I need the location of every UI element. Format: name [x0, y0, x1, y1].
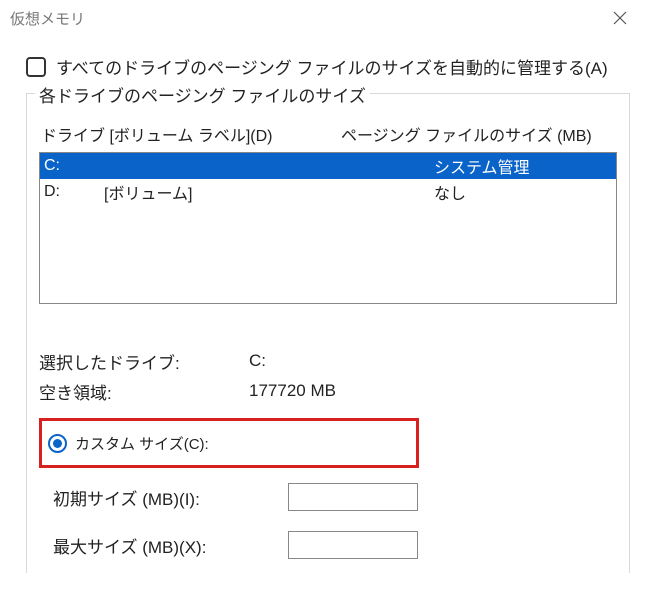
auto-manage-label: すべてのドライブのページング ファイルのサイズを自動的に管理する(A)	[56, 54, 608, 79]
custom-size-radio[interactable]: カスタム サイズ(C):	[39, 418, 419, 468]
auto-manage-checkbox[interactable]: すべてのドライブのページング ファイルのサイズを自動的に管理する(A)	[26, 54, 630, 79]
paging-file-groupbox: 各ドライブのページング ファイルのサイズ ドライブ [ボリューム ラベル](D)…	[26, 93, 630, 573]
initial-size-row: 初期サイズ (MB)(I):	[39, 478, 617, 516]
max-size-label: 最大サイズ (MB)(X):	[39, 533, 288, 558]
drive-list-header: ドライブ [ボリューム ラベル](D) ページング ファイルのサイズ (MB)	[39, 118, 617, 152]
drive-row[interactable]: D: [ボリューム] なし	[40, 179, 616, 205]
drive-info: 選択したドライブ: C: 空き領域: 177720 MB	[39, 346, 617, 406]
dialog-content: すべてのドライブのページング ファイルのサイズを自動的に管理する(A) 各ドライ…	[0, 36, 650, 573]
drive-letter: C:	[40, 157, 104, 175]
initial-size-input[interactable]	[288, 483, 418, 511]
radio-icon	[48, 434, 67, 453]
free-space-label: 空き領域:	[39, 379, 249, 404]
window-title: 仮想メモリ	[10, 8, 600, 29]
max-size-input[interactable]	[288, 531, 418, 559]
initial-size-label: 初期サイズ (MB)(I):	[39, 485, 288, 510]
drive-letter: D:	[40, 183, 104, 201]
drive-paging-size: システム管理	[344, 154, 616, 178]
checkbox-icon	[26, 57, 46, 77]
header-size-label: ページング ファイルのサイズ (MB)	[341, 122, 615, 146]
close-icon	[613, 11, 627, 25]
close-button[interactable]	[600, 0, 640, 36]
titlebar: 仮想メモリ	[0, 0, 650, 36]
drive-paging-size: なし	[344, 180, 616, 204]
groupbox-legend: 各ドライブのページング ファイルのサイズ	[35, 82, 370, 107]
drive-row[interactable]: C: システム管理	[40, 153, 616, 179]
custom-size-radio-label: カスタム サイズ(C):	[75, 433, 209, 454]
selected-drive-label: 選択したドライブ:	[39, 349, 249, 374]
selected-drive-value: C:	[249, 351, 617, 371]
drive-volume-label: [ボリューム]	[104, 180, 344, 204]
header-drive-label: ドライブ [ボリューム ラベル](D)	[41, 122, 341, 146]
max-size-row: 最大サイズ (MB)(X):	[39, 526, 617, 564]
drive-list[interactable]: C: システム管理 D: [ボリューム] なし	[39, 152, 617, 304]
free-space-value: 177720 MB	[249, 381, 617, 401]
